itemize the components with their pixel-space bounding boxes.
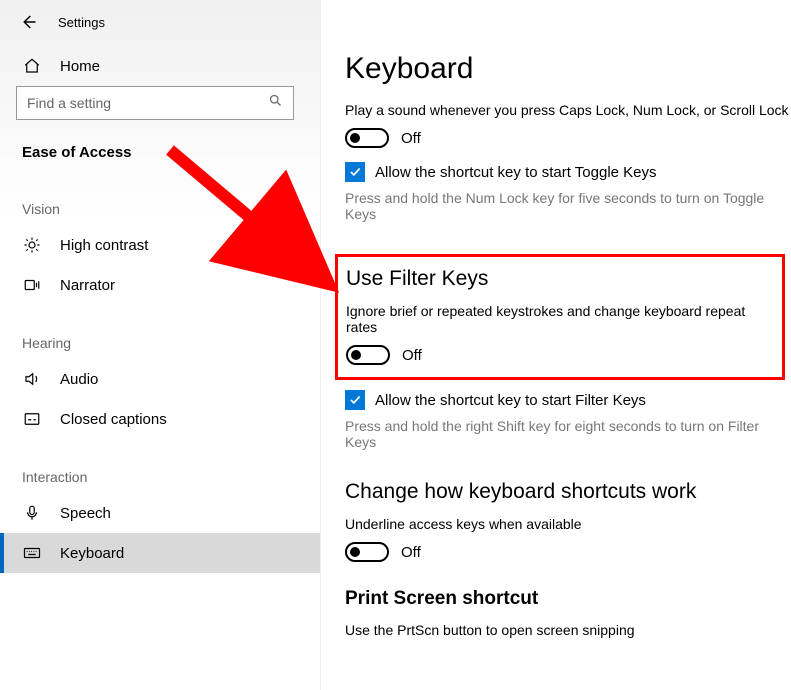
filter-keys-highlight: Use Filter Keys Ignore brief or repeated… (335, 254, 785, 380)
main-content: Keyboard Play a sound whenever you press… (320, 0, 791, 690)
sidebar-group-interaction: Interaction (0, 439, 320, 493)
toggle-keys-shortcut-checkbox[interactable] (345, 162, 365, 182)
shortcuts-title: Change how keyboard shortcuts work (345, 480, 791, 504)
page-title: Keyboard (345, 52, 791, 86)
caps-lock-sound-toggle[interactable] (345, 128, 389, 148)
sidebar-item-keyboard[interactable]: Keyboard (0, 533, 320, 573)
underline-desc: Underline access keys when available (345, 516, 791, 532)
home-label: Home (60, 58, 100, 75)
toggle-state-label: Off (402, 347, 422, 364)
sidebar-item-label: Speech (60, 505, 111, 522)
sidebar-item-label: High contrast (60, 237, 148, 254)
narrator-icon (22, 275, 42, 295)
filter-keys-check-label: Allow the shortcut key to start Filter K… (375, 392, 646, 409)
underline-keys-toggle[interactable] (345, 542, 389, 562)
keyboard-icon (22, 543, 42, 563)
sun-icon (22, 235, 42, 255)
back-icon[interactable] (18, 12, 38, 32)
search-input[interactable]: Find a setting (16, 86, 294, 120)
printscreen-title: Print Screen shortcut (345, 588, 791, 610)
home-icon (22, 56, 42, 76)
search-placeholder: Find a setting (27, 95, 111, 111)
sidebar-item-label: Narrator (60, 277, 115, 294)
filter-keys-shortcut-checkbox[interactable] (345, 390, 365, 410)
sidebar-item-high-contrast[interactable]: High contrast (0, 225, 320, 265)
sidebar-group-hearing: Hearing (0, 305, 320, 359)
filter-keys-toggle[interactable] (346, 345, 390, 365)
sidebar-item-label: Audio (60, 371, 98, 388)
sidebar-item-label: Keyboard (60, 545, 124, 562)
audio-icon (22, 369, 42, 389)
filter-keys-title: Use Filter Keys (346, 267, 774, 291)
caps-lock-sound-desc: Play a sound whenever you press Caps Loc… (345, 102, 791, 118)
filter-keys-hint: Press and hold the right Shift key for e… (345, 418, 785, 450)
sidebar-item-narrator[interactable]: Narrator (0, 265, 320, 305)
sidebar-item-home[interactable]: Home (0, 42, 320, 86)
toggle-keys-hint: Press and hold the Num Lock key for five… (345, 190, 785, 222)
sidebar-section-ease: Ease of Access (0, 138, 320, 171)
sidebar-item-label: Closed captions (60, 411, 167, 428)
settings-label: Settings (58, 15, 105, 30)
microphone-icon (22, 503, 42, 523)
filter-keys-desc: Ignore brief or repeated keystrokes and … (346, 303, 774, 335)
sidebar: Settings Home Find a setting Ease of Acc… (0, 0, 320, 690)
sidebar-item-audio[interactable]: Audio (0, 359, 320, 399)
sidebar-group-vision: Vision (0, 171, 320, 225)
toggle-state-label: Off (401, 130, 421, 147)
sidebar-item-closed-captions[interactable]: Closed captions (0, 399, 320, 439)
sidebar-item-speech[interactable]: Speech (0, 493, 320, 533)
toggle-keys-check-label: Allow the shortcut key to start Toggle K… (375, 164, 657, 181)
printscreen-desc: Use the PrtScn button to open screen sni… (345, 622, 791, 638)
captions-icon (22, 409, 42, 429)
toggle-state-label: Off (401, 544, 421, 561)
search-icon (268, 93, 283, 113)
